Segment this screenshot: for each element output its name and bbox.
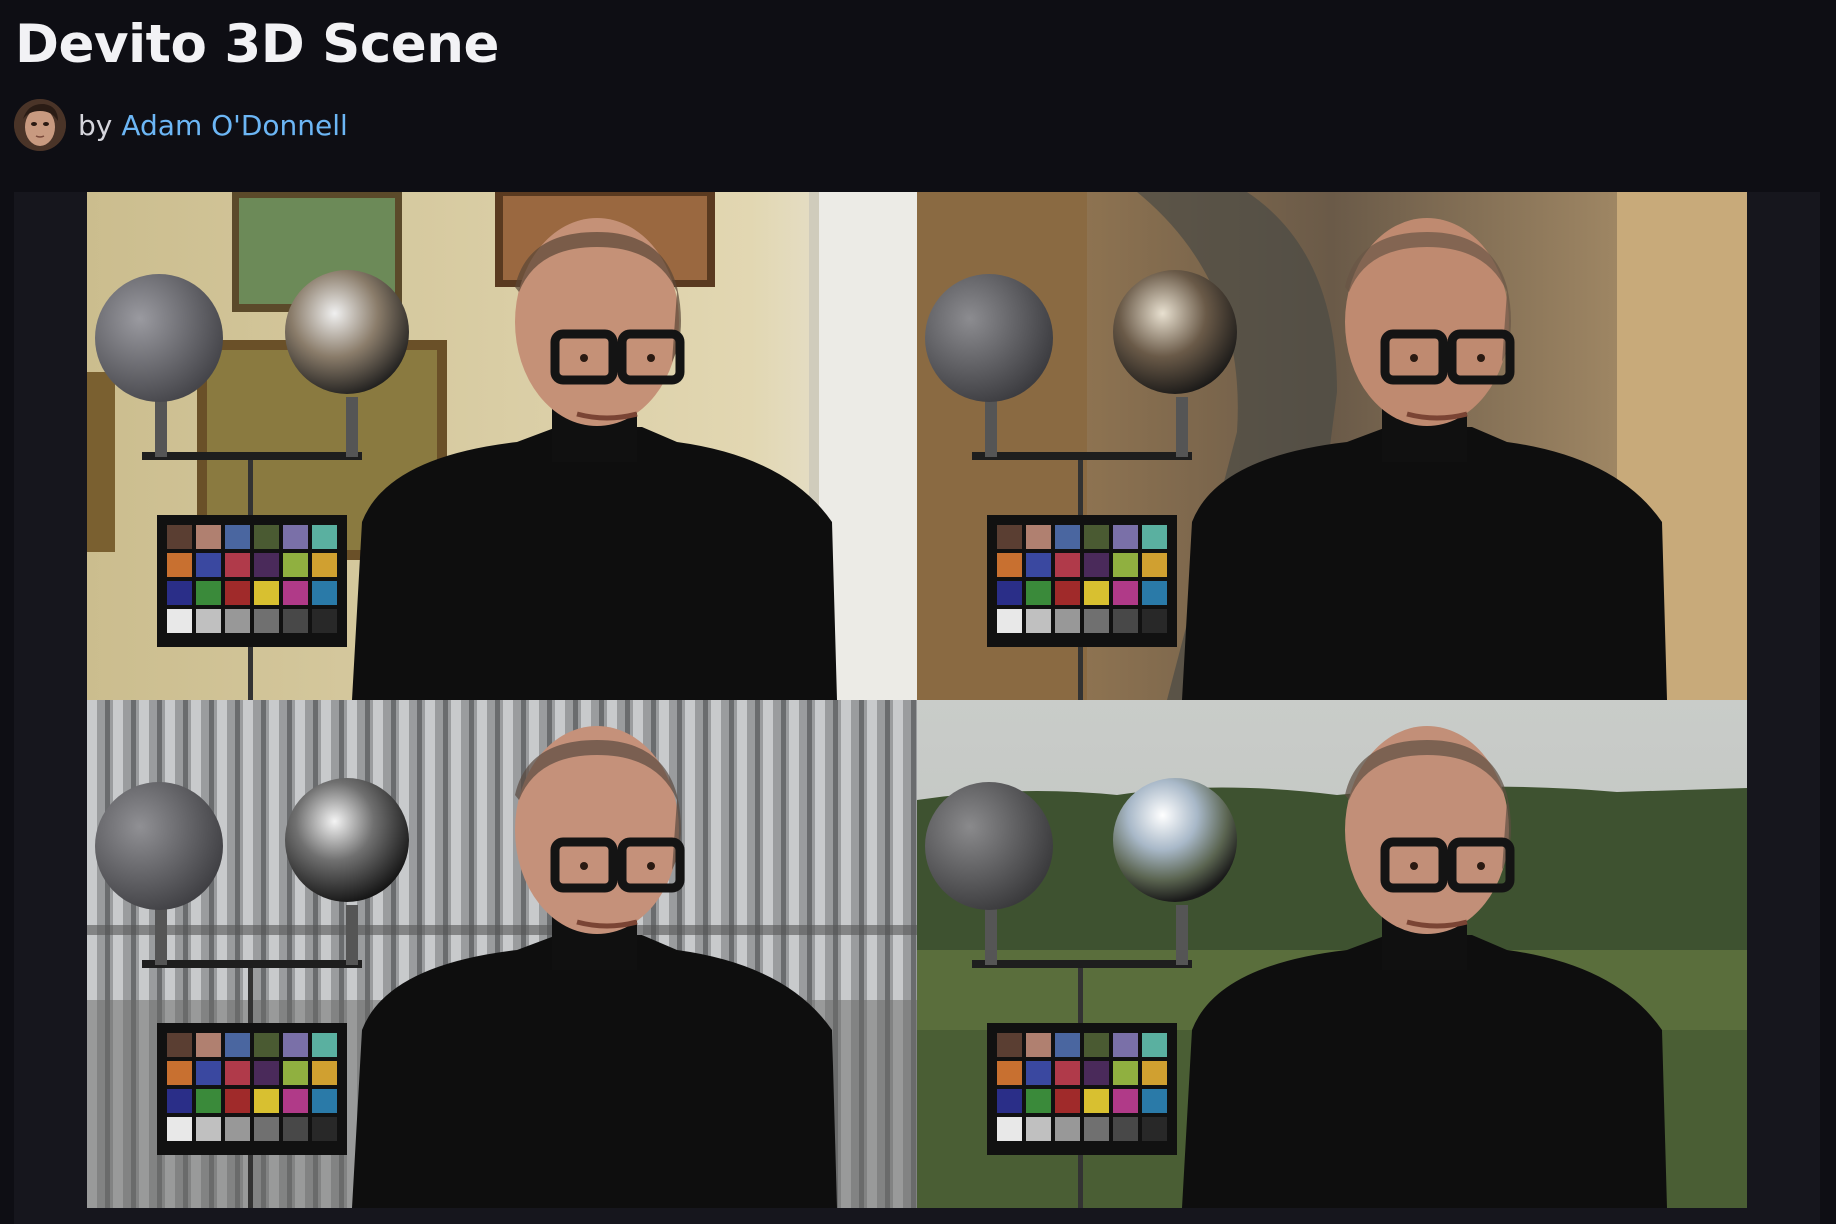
render-panel-field: [917, 700, 1747, 1208]
author-byline: by Adam O'Donnell: [14, 98, 348, 152]
page-title: Devito 3D Scene: [15, 14, 499, 75]
render-grid: [87, 192, 1747, 1208]
render-panel-warehouse: [87, 700, 917, 1208]
byline-prefix: by: [78, 108, 113, 142]
scene-viewer[interactable]: [14, 192, 1820, 1224]
render-panel-gallery: [87, 192, 917, 700]
author-link[interactable]: Adam O'Donnell: [121, 109, 347, 142]
render-panel-ruins: [917, 192, 1747, 700]
author-avatar[interactable]: [14, 99, 66, 151]
